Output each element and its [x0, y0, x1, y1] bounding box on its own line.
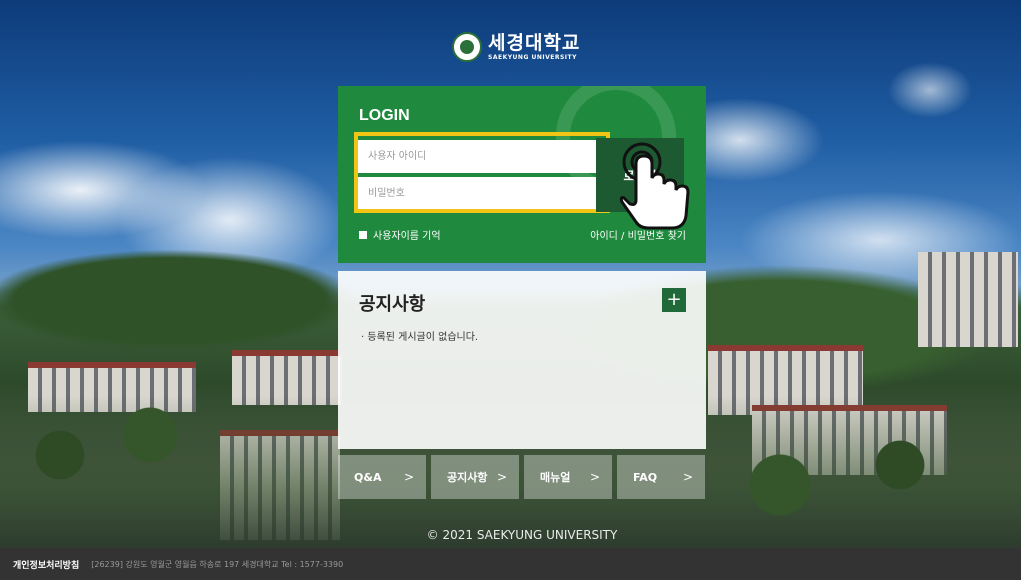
remember-label: 사용자이름 기억 [373, 231, 441, 242]
user-id-input[interactable] [358, 140, 605, 173]
remember-checkbox[interactable] [359, 230, 367, 239]
chevron-right-icon: > [403, 470, 414, 484]
privacy-policy-link[interactable]: 개인정보처리방침 [13, 558, 79, 571]
quick-link-label: FAQ [633, 470, 658, 484]
password-input[interactable] [358, 177, 605, 210]
chevron-right-icon: > [496, 470, 507, 484]
quick-link-notice[interactable]: 공지사항 > [431, 455, 519, 499]
logo-subtitle: SAEKYUNG UNIVERSITY [488, 53, 577, 61]
building-tower [918, 252, 1018, 347]
chevron-right-icon: > [589, 470, 600, 484]
quick-link-label: Q&A [354, 470, 382, 484]
notice-panel: 공지사항 + · 등록된 게시글이 없습니다. [338, 271, 706, 449]
chevron-right-icon: > [682, 470, 693, 484]
university-logo[interactable]: 세경대학교 SAEKYUNG UNIVERSITY [452, 30, 580, 64]
footer: 개인정보처리방침 [26239] 강원도 영월군 영월읍 하송로 197 세경대… [0, 548, 1021, 580]
footer-contact-info: [26239] 강원도 영월군 영월읍 하송로 197 세경대학교 Tel : … [91, 559, 344, 569]
hand-pointer-icon [619, 142, 690, 230]
login-title: LOGIN [359, 107, 410, 124]
remember-username[interactable]: 사용자이름 기억 [359, 227, 441, 242]
quick-link-label: 공지사항 [447, 471, 488, 484]
quick-link-label: 매뉴얼 [540, 471, 571, 484]
copyright: © 2021 SAEKYUNG UNIVERSITY [426, 528, 618, 542]
university-emblem-icon [452, 32, 482, 62]
quick-link-manual[interactable]: 매뉴얼 > [524, 455, 612, 499]
quick-link-qna[interactable]: Q&A > [338, 455, 426, 499]
quick-link-faq[interactable]: FAQ > [617, 455, 705, 499]
notice-empty-message: · 등록된 게시글이 없습니다. [361, 332, 479, 343]
logo-name: 세경대학교 [488, 31, 581, 54]
notice-title: 공지사항 [359, 294, 426, 315]
notice-more-button[interactable]: + [662, 288, 686, 312]
